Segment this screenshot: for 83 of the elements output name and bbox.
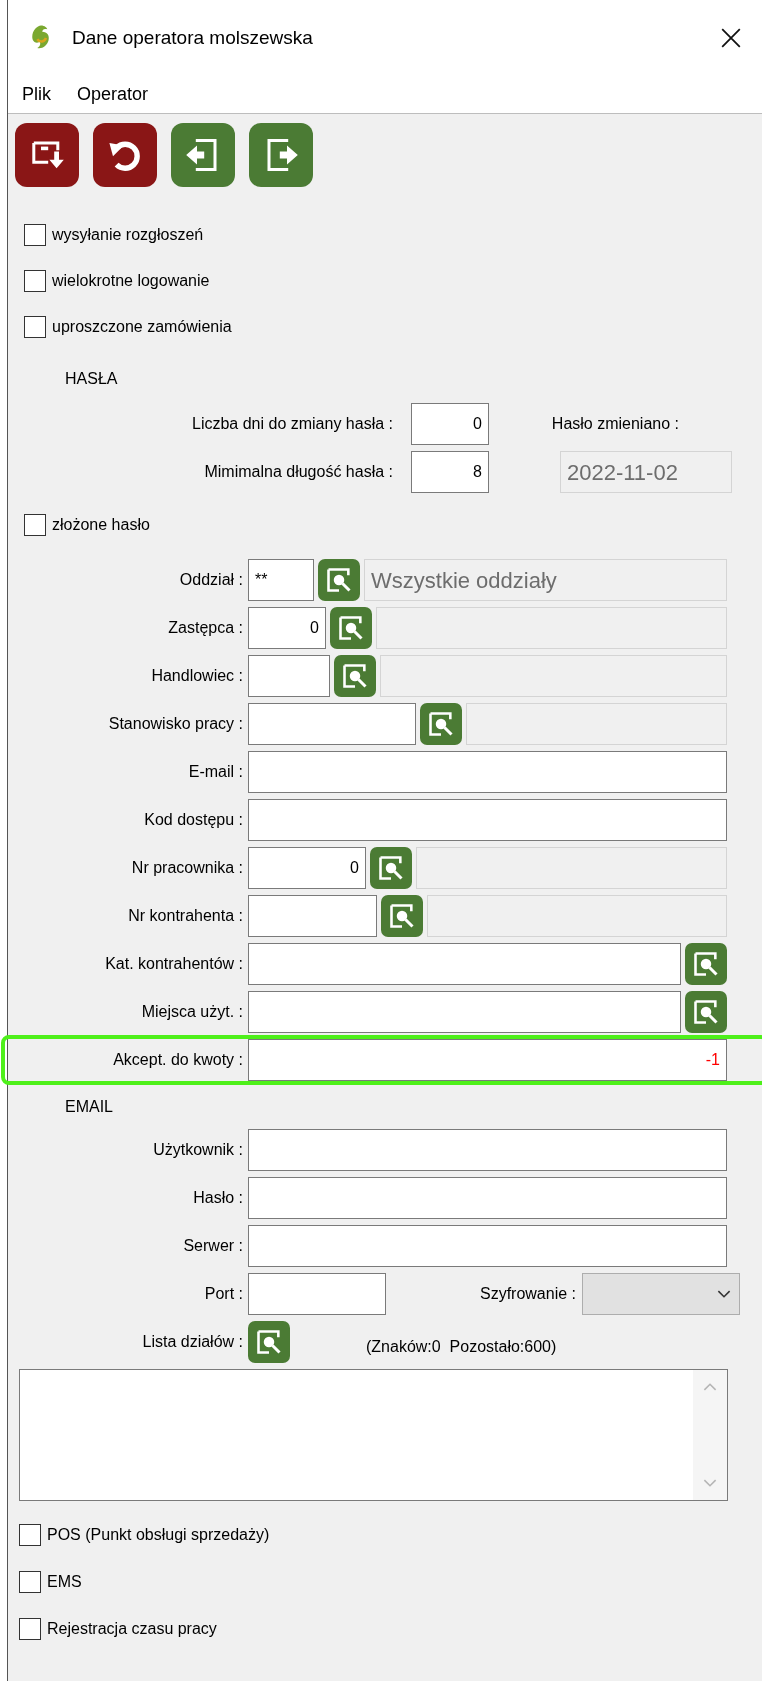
search-button[interactable] [381, 895, 423, 937]
menu-item[interactable]: Operator [77, 81, 149, 108]
input-field[interactable]: 8 [411, 451, 489, 493]
search-icon [325, 566, 353, 594]
input-field[interactable] [248, 991, 681, 1033]
field-label: Serwer : [182, 1236, 243, 1256]
search-button[interactable] [248, 1321, 290, 1363]
search-icon [427, 710, 455, 738]
field-label: Użytkownik : [152, 1140, 243, 1160]
search-icon [388, 902, 416, 930]
field-label: Oddział : [178, 570, 243, 590]
character-counter: (Znaków:0 Pozostało:600) [366, 1337, 557, 1357]
search-icon [692, 998, 720, 1026]
checkbox-label: złożone hasło [52, 515, 150, 535]
toolbar-button[interactable] [93, 123, 157, 187]
field-label: Nr kontrahenta : [127, 906, 243, 926]
checkbox[interactable] [24, 514, 46, 536]
search-button[interactable] [685, 943, 727, 985]
checkbox-label: wielokrotne logowanie [52, 271, 210, 291]
search-button[interactable] [420, 703, 462, 745]
input-field[interactable] [248, 703, 416, 745]
field-label: Hasło zmieniano : [550, 414, 679, 434]
field-label: Kod dostępu : [143, 810, 243, 830]
field-label: Miejsca użyt. : [140, 1002, 243, 1022]
search-button[interactable] [318, 559, 360, 601]
field-label: Zastępca : [167, 618, 243, 638]
toolbar-button[interactable] [171, 123, 235, 187]
search-icon [255, 1328, 283, 1356]
input-field[interactable] [248, 1129, 727, 1171]
input-field[interactable] [248, 1177, 727, 1219]
input-field[interactable]: 0 [411, 403, 489, 445]
input-field[interactable] [248, 751, 727, 793]
field-label: Lista działów : [141, 1332, 243, 1352]
checkbox-label: Rejestracja czasu pracy [47, 1619, 217, 1639]
field-label: Nr pracownika : [130, 858, 243, 878]
section-heading: HASŁA [65, 369, 118, 389]
search-icon [341, 662, 369, 690]
input-field[interactable]: 2022-11-02 [560, 451, 732, 493]
window-title: Dane operatora molszewska [72, 25, 313, 50]
chevron-down-icon [717, 1289, 731, 1299]
search-button[interactable] [685, 991, 727, 1033]
search-button[interactable] [330, 607, 372, 649]
field-label: Port : [203, 1284, 243, 1304]
search-icon [337, 614, 365, 642]
checkbox[interactable] [24, 270, 46, 292]
field-label: Mimimalna długość hasła : [203, 462, 393, 482]
input-field[interactable] [248, 1273, 386, 1315]
field-label: Szyfrowanie : [478, 1284, 576, 1304]
checkbox[interactable] [19, 1524, 41, 1546]
search-icon [692, 950, 720, 978]
toolbar-button[interactable] [15, 123, 79, 187]
field-label: Liczba dni do zmiany hasła : [191, 414, 393, 434]
checkbox-label: POS (Punkt obsługi sprzedaży) [47, 1525, 270, 1545]
checkbox[interactable] [19, 1571, 41, 1593]
checkbox[interactable] [19, 1618, 41, 1640]
close-icon [720, 27, 742, 49]
input-field[interactable] [248, 895, 377, 937]
input-field[interactable]: Wszystkie oddziały [364, 559, 727, 601]
checkbox-label: EMS [47, 1572, 82, 1592]
input-field[interactable] [248, 655, 330, 697]
field-label: Akcept. do kwoty : [112, 1050, 243, 1070]
field-label: Stanowisko pracy : [107, 714, 243, 734]
section-heading: EMAIL [65, 1097, 113, 1117]
input-field[interactable] [248, 799, 727, 841]
field-label: E-mail : [187, 762, 243, 782]
search-button[interactable] [370, 847, 412, 889]
input-field[interactable]: 0 [248, 607, 326, 649]
checkbox[interactable] [24, 224, 46, 246]
input-field[interactable]: 0 [248, 847, 366, 889]
checkbox[interactable] [24, 316, 46, 338]
input-field[interactable] [248, 943, 681, 985]
search-icon [377, 854, 405, 882]
checkbox-label: wysyłanie rozgłoszeń [52, 225, 204, 245]
input-field[interactable] [248, 1225, 727, 1267]
checkbox-label: uproszczone zamówienia [52, 317, 232, 337]
field-label: Hasło : [192, 1188, 243, 1208]
menu-item[interactable]: Plik [22, 81, 51, 108]
toolbar-button[interactable] [249, 123, 313, 187]
input-field[interactable]: -1 [248, 1039, 727, 1081]
input-field[interactable]: ** [248, 559, 314, 601]
field-label: Kat. kontrahentów : [104, 954, 243, 974]
field-label: Handlowiec : [150, 666, 243, 686]
search-button[interactable] [334, 655, 376, 697]
